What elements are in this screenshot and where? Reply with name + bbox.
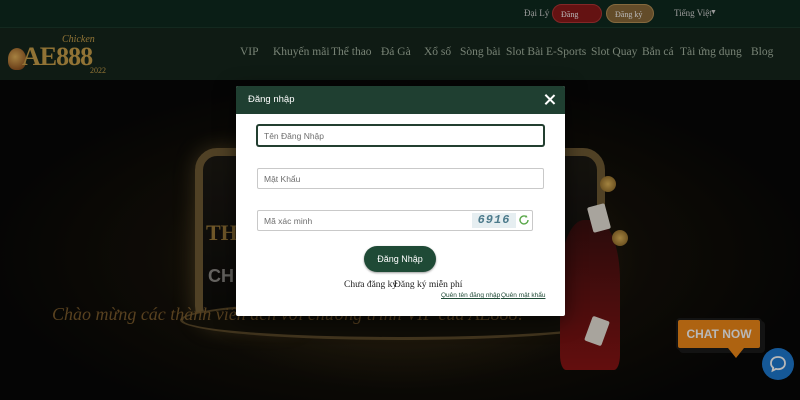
refresh-icon[interactable]: [518, 214, 530, 226]
login-submit-button[interactable]: Đăng Nhập: [364, 246, 436, 272]
no-account-text: Chưa đăng ký: [344, 280, 398, 290]
close-icon[interactable]: [542, 92, 558, 108]
modal-title: Đăng nhập: [248, 94, 295, 105]
forgot-password-link[interactable]: Quên mật khẩu: [501, 292, 545, 299]
login-modal: Đăng nhập 6916 Đăng Nhập Chưa đăng ký Đă…: [236, 86, 565, 316]
username-input[interactable]: [257, 125, 544, 146]
modal-header: Đăng nhập: [236, 86, 565, 114]
password-input[interactable]: [257, 168, 544, 189]
register-free-link[interactable]: Đăng ký miễn phí: [394, 280, 462, 290]
forgot-username-link[interactable]: Quên tên đăng nhập: [441, 292, 500, 299]
captcha-image: 6916: [472, 213, 516, 228]
